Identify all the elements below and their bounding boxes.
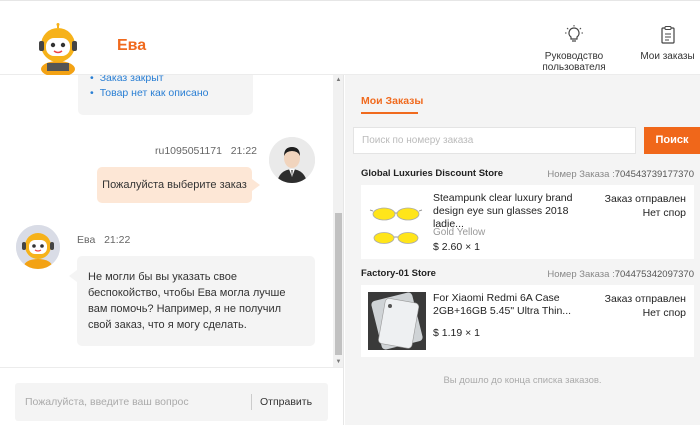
orders-pane: Мои Заказы Поиск Global Luxuries Discoun… <box>345 75 700 425</box>
tab-my-orders[interactable]: Мои Заказы <box>361 95 423 107</box>
product-image <box>368 292 426 350</box>
product-image <box>368 192 426 250</box>
bot-message-meta: Ева 21:22 <box>77 234 130 246</box>
chat-header: Ева Руководство пользователя Мои заказы <box>0 0 700 75</box>
chat-scrollbar-thumb[interactable] <box>335 213 342 355</box>
robot-mascot-icon <box>16 225 60 269</box>
order-search-button[interactable]: Поиск <box>644 127 700 154</box>
user-avatar <box>269 137 315 183</box>
message-input[interactable] <box>25 383 250 421</box>
product-price: $ 2.60 × 1 <box>433 241 480 253</box>
my-orders-label: Мои заказы <box>640 51 695 62</box>
user-guide-label: Руководство пользователя <box>542 51 606 73</box>
chat-pane: Заказ закрыт Товар нет как описано ru109… <box>0 75 344 425</box>
dispute-status: Нет спор <box>642 307 686 319</box>
order-number-value: 704543739177370 <box>614 169 694 180</box>
order-number-label: Номер Заказа : <box>547 169 615 180</box>
shipping-status: Заказ отправлен <box>604 193 686 205</box>
order-number: Номер Заказа :704543739177370 <box>547 169 694 180</box>
option-item-not-as-described[interactable]: Товар нет как описано <box>90 86 241 101</box>
order-search-input[interactable] <box>353 127 636 154</box>
order-status: Заказ отправлен Нет спор <box>605 192 686 220</box>
store-row: Global Luxuries Discount Store Номер Зак… <box>361 168 700 182</box>
dispute-status: Нет спор <box>642 207 686 219</box>
user-time: 21:22 <box>230 145 257 157</box>
product-variant: Gold Yellow <box>433 227 486 238</box>
my-orders-button[interactable]: Мои заказы <box>640 25 695 62</box>
tab-active-indicator <box>361 112 418 114</box>
input-divider <box>0 367 343 368</box>
store-name[interactable]: Global Luxuries Discount Store <box>361 168 503 179</box>
bot-message-bubble: Не могли бы вы указать свое беспокойство… <box>69 256 315 346</box>
user-sender: ru1095051171 <box>155 145 222 157</box>
order-card[interactable]: Steampunk clear luxury brand design eye … <box>361 185 694 259</box>
store-row: Factory-01 Store Номер Заказа :704475342… <box>361 268 700 282</box>
product-title[interactable]: For Xiaomi Redmi 6A Case 2GB+16GB 5.45" … <box>433 292 593 318</box>
bot-sender: Ева <box>77 234 96 246</box>
shipping-status: Заказ отправлен <box>604 293 686 305</box>
composer-separator <box>251 394 252 410</box>
robot-mascot-icon <box>39 23 77 75</box>
order-status: Заказ отправлен Нет спор <box>605 292 686 320</box>
user-message-meta: ru1095051171 21:22 <box>155 145 257 157</box>
message-composer: Отправить <box>15 383 328 421</box>
bot-time: 21:22 <box>104 234 131 246</box>
product-price: $ 1.19 × 1 <box>433 327 480 339</box>
lightbulb-icon <box>565 25 583 42</box>
user-message-bubble: Пожалуйста выберите заказ <box>97 167 260 203</box>
option-order-closed[interactable]: Заказ закрыт <box>90 75 241 86</box>
agent-name: Ева <box>117 37 147 54</box>
bot-avatar <box>16 225 60 269</box>
send-button[interactable]: Отправить <box>260 383 312 421</box>
order-number-label: Номер Заказа : <box>547 269 615 280</box>
order-number-value: 704475342097370 <box>614 269 694 280</box>
store-name[interactable]: Factory-01 Store <box>361 268 436 279</box>
user-guide-button[interactable]: Руководство пользователя <box>518 25 630 73</box>
bot-options-bubble: Заказ закрыт Товар нет как описано <box>78 75 253 115</box>
scroll-up-arrow-icon[interactable]: ▲ <box>335 77 342 84</box>
end-of-list-note: Вы дошло до конца списка заказов. <box>443 375 602 386</box>
scroll-down-arrow-icon[interactable]: ▼ <box>335 359 342 366</box>
order-card[interactable]: For Xiaomi Redmi 6A Case 2GB+16GB 5.45" … <box>361 285 694 357</box>
clipboard-icon <box>660 26 675 44</box>
order-number: Номер Заказа :704475342097370 <box>547 269 694 280</box>
product-title[interactable]: Steampunk clear luxury brand design eye … <box>433 192 593 231</box>
person-icon <box>269 137 315 183</box>
